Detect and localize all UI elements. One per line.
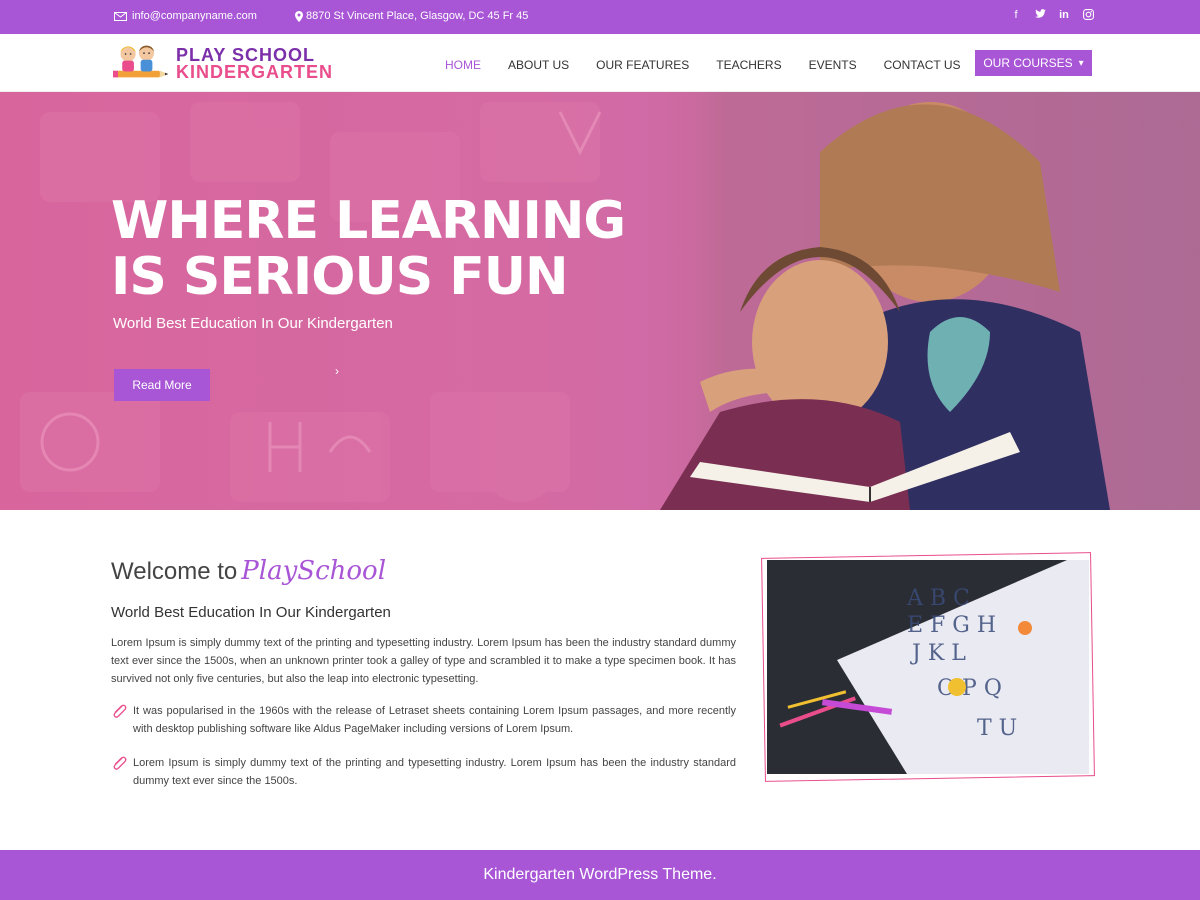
our-courses-label: OUR COURSES xyxy=(983,56,1073,70)
alphabet-book-photo-icon: A B C E F G H J K L O P Q T U xyxy=(767,560,1089,774)
svg-text:A B C: A B C xyxy=(906,586,970,611)
instagram-icon[interactable] xyxy=(1082,9,1094,23)
read-more-button[interactable]: Read More xyxy=(114,369,210,401)
welcome-brand: PlaySchool xyxy=(241,556,387,586)
list-item: It was popularised in the 1960s with the… xyxy=(111,702,736,738)
logo-line-2: KINDERGARTEN xyxy=(175,62,333,82)
nav-home[interactable]: HOME xyxy=(445,58,481,72)
contact-address: 8870 St Vincent Place, Glasgow, DC 45 Fr… xyxy=(295,10,528,22)
list-item: Lorem Ipsum is simply dummy text of the … xyxy=(111,754,736,790)
svg-text:T U: T U xyxy=(977,716,1017,741)
mail-icon xyxy=(114,11,127,21)
caret-down-icon: ▾ xyxy=(1078,57,1084,69)
top-bar: info@companyname.com 8870 St Vincent Pla… xyxy=(0,0,1200,34)
welcome-title: Welcome to PlaySchool xyxy=(111,556,386,586)
nav-our-features[interactable]: OUR FEATURES xyxy=(596,58,689,72)
welcome-paragraph: Lorem Ipsum is simply dummy text of the … xyxy=(111,637,736,685)
slider-next-icon[interactable]: › xyxy=(335,364,339,378)
nav-about-us[interactable]: ABOUT US xyxy=(508,58,569,72)
site-header: PLAY SCHOOL KINDERGARTEN HOME ABOUT US O… xyxy=(0,34,1200,92)
main-nav: HOME ABOUT US OUR FEATURES TEACHERS EVEN… xyxy=(445,58,961,72)
bullet-text: Lorem Ipsum is simply dummy text of the … xyxy=(133,757,736,787)
paperclip-icon xyxy=(113,704,127,718)
social-links: f in xyxy=(1010,9,1094,23)
nav-events[interactable]: EVENTS xyxy=(809,58,857,72)
map-pin-icon xyxy=(295,10,303,22)
contact-email[interactable]: info@companyname.com xyxy=(114,10,257,22)
twitter-icon[interactable] xyxy=(1034,9,1046,23)
alphabet-book-image: A B C E F G H J K L O P Q T U xyxy=(767,560,1089,774)
kids-on-pencil-logo-icon xyxy=(113,45,169,78)
svg-text:E F G H: E F G H xyxy=(907,613,996,638)
footer-text: Kindergarten WordPress Theme. xyxy=(483,866,717,883)
facebook-icon[interactable]: f xyxy=(1010,9,1022,23)
hero-subtitle: World Best Education In Our Kindergarten xyxy=(113,315,393,332)
hero-title: WHERE LEARNING IS SERIOUS FUN xyxy=(111,191,626,307)
email-text: info@companyname.com xyxy=(132,10,257,22)
our-courses-button[interactable]: OUR COURSES ▾ xyxy=(975,50,1092,76)
bullet-text: It was popularised in the 1960s with the… xyxy=(133,705,736,735)
svg-text:O P Q: O P Q xyxy=(937,676,1002,701)
welcome-subtitle: World Best Education In Our Kindergarten xyxy=(111,604,391,621)
svg-text:J K L: J K L xyxy=(910,641,966,666)
nav-teachers[interactable]: TEACHERS xyxy=(716,58,781,72)
address-text: 8870 St Vincent Place, Glasgow, DC 45 Fr… xyxy=(306,10,529,22)
nav-contact-us[interactable]: CONTACT US xyxy=(884,58,961,72)
welcome-prefix: Welcome to xyxy=(111,558,238,585)
site-footer: Kindergarten WordPress Theme. xyxy=(0,850,1200,900)
site-logo[interactable]: PLAY SCHOOL KINDERGARTEN xyxy=(113,37,333,91)
linkedin-icon[interactable]: in xyxy=(1058,9,1070,23)
paperclip-icon xyxy=(113,756,127,770)
hero-banner: WHERE LEARNING IS SERIOUS FUN World Best… xyxy=(0,92,1200,510)
